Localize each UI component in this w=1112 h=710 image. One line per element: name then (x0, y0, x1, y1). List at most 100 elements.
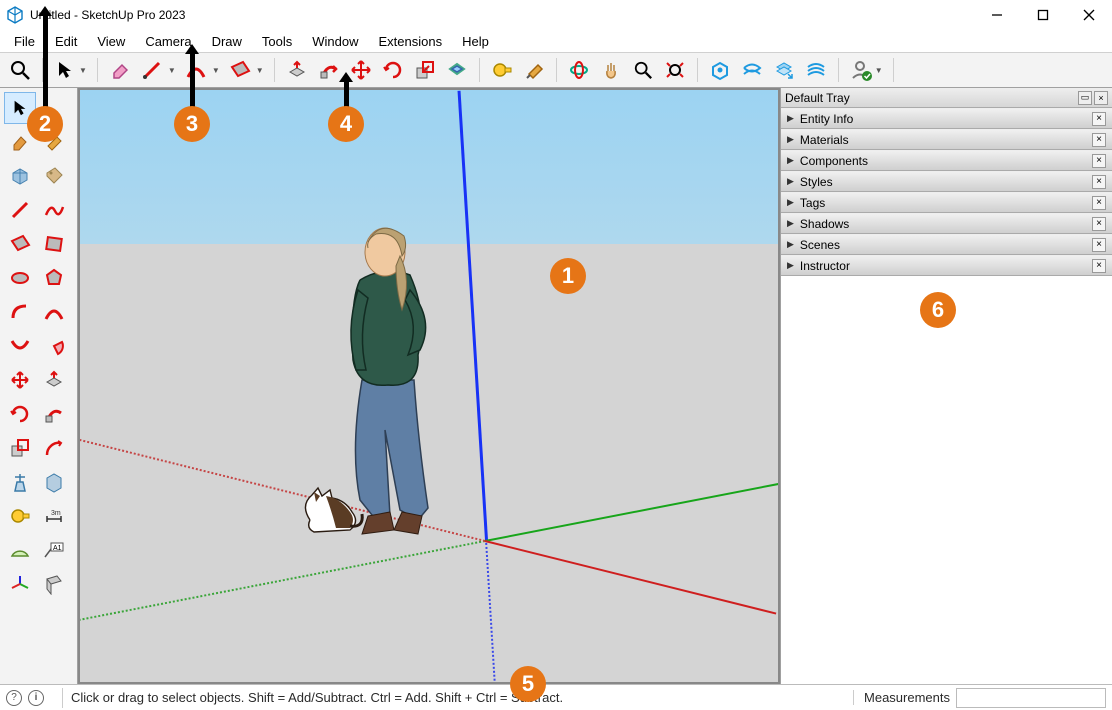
panel-close-icon[interactable]: × (1092, 133, 1106, 147)
arc-icon[interactable] (184, 58, 208, 82)
rotated-rect-tool[interactable] (38, 228, 70, 260)
dropdown-icon[interactable]: ▼ (256, 66, 264, 75)
select-icon[interactable] (53, 58, 77, 82)
warehouse-group (708, 58, 828, 82)
text-tool[interactable]: A1 (38, 534, 70, 566)
panel-close-icon[interactable]: × (1092, 238, 1106, 252)
move-tool[interactable] (4, 364, 36, 396)
layers-icon[interactable] (772, 58, 796, 82)
tag-tool[interactable] (38, 160, 70, 192)
panel-label: Styles (800, 175, 833, 189)
viewport[interactable] (78, 88, 780, 684)
tape-icon[interactable] (490, 58, 514, 82)
panel-scenes[interactable]: ▶Scenes× (781, 234, 1112, 255)
info-icon[interactable]: ? (6, 690, 22, 706)
section-tool[interactable] (38, 568, 70, 600)
dropdown-icon[interactable]: ▼ (168, 66, 176, 75)
arc3-tool[interactable] (4, 330, 36, 362)
panel-close-icon[interactable]: × (1092, 154, 1106, 168)
panel-instructor[interactable]: ▶Instructor× (781, 255, 1112, 276)
arc2-tool[interactable] (38, 296, 70, 328)
rotate-tool[interactable] (4, 398, 36, 430)
followme-icon[interactable] (317, 58, 341, 82)
freehand-tool[interactable] (38, 194, 70, 226)
dimension-tool[interactable]: 3m (38, 500, 70, 532)
panel-close-icon[interactable]: × (1092, 217, 1106, 231)
rectangle-tool[interactable] (4, 228, 36, 260)
panel-label: Materials (800, 133, 849, 147)
pushpull-icon[interactable] (285, 58, 309, 82)
component-tool[interactable] (4, 160, 36, 192)
3dwarehouse-icon[interactable] (708, 58, 732, 82)
dropdown-icon[interactable]: ▼ (875, 66, 883, 75)
menu-extensions[interactable]: Extensions (369, 32, 453, 51)
zoom-icon[interactable] (8, 58, 32, 82)
top-toolbar: ▼ ▼ ▼ ▼ ▼ (0, 52, 1112, 88)
panel-styles[interactable]: ▶Styles× (781, 171, 1112, 192)
pie-tool[interactable] (38, 330, 70, 362)
help-icon[interactable]: i (28, 690, 44, 706)
menu-file[interactable]: File (4, 32, 45, 51)
panel-close-icon[interactable]: × (1092, 112, 1106, 126)
orbit-icon[interactable] (567, 58, 591, 82)
line-tool[interactable] (4, 194, 36, 226)
menu-window[interactable]: Window (302, 32, 368, 51)
dropdown-icon[interactable]: ▼ (212, 66, 220, 75)
followme-tool[interactable] (38, 398, 70, 430)
scale-figure[interactable] (290, 220, 490, 560)
tray-close-icon[interactable]: × (1094, 91, 1108, 105)
window-controls (974, 0, 1112, 30)
scale-tool[interactable] (4, 432, 36, 464)
green-axis (485, 483, 780, 542)
menu-draw[interactable]: Draw (202, 32, 252, 51)
scale-icon[interactable] (413, 58, 437, 82)
arc-tool[interactable] (4, 296, 36, 328)
panel-shadows[interactable]: ▶Shadows× (781, 213, 1112, 234)
close-button[interactable] (1066, 0, 1112, 30)
ext-warehouse-icon[interactable] (740, 58, 764, 82)
line-icon[interactable] (140, 58, 164, 82)
magnify-icon[interactable] (631, 58, 655, 82)
status-hint: Click or drag to select objects. Shift =… (71, 690, 563, 705)
left-toolbox: 3m A1 (0, 88, 78, 684)
panel-close-icon[interactable]: × (1092, 175, 1106, 189)
panel-components[interactable]: ▶Components× (781, 150, 1112, 171)
stack-icon[interactable] (804, 58, 828, 82)
maximize-button[interactable] (1020, 0, 1066, 30)
circle-tool[interactable] (4, 262, 36, 294)
dropdown-icon[interactable]: ▼ (79, 66, 87, 75)
look-around-tool[interactable] (38, 466, 70, 498)
position-camera-tool[interactable] (4, 466, 36, 498)
protractor-tool[interactable] (4, 534, 36, 566)
panel-close-icon[interactable]: × (1092, 196, 1106, 210)
svg-text:3m: 3m (51, 510, 61, 517)
polygon-tool[interactable] (38, 262, 70, 294)
rectangle-icon[interactable] (228, 58, 252, 82)
offset-tool[interactable] (38, 432, 70, 464)
menu-tools[interactable]: Tools (252, 32, 302, 51)
measurements-input[interactable] (956, 688, 1106, 708)
offset-icon[interactable] (445, 58, 469, 82)
measure-group (490, 58, 546, 82)
panel-entity-info[interactable]: ▶Entity Info× (781, 108, 1112, 129)
tray-header[interactable]: Default Tray ▭ × (781, 88, 1112, 108)
minimize-button[interactable] (974, 0, 1020, 30)
callout-4: 4 (328, 106, 364, 142)
zoom-extents-icon[interactable] (663, 58, 687, 82)
pan-icon[interactable] (599, 58, 623, 82)
tape-tool[interactable] (4, 500, 36, 532)
axes-tool[interactable] (4, 568, 36, 600)
eraser-icon[interactable] (108, 58, 132, 82)
paint-icon[interactable] (522, 58, 546, 82)
pushpull-tool[interactable] (38, 364, 70, 396)
panel-close-icon[interactable]: × (1092, 259, 1106, 273)
measurements-label: Measurements (853, 690, 950, 705)
panel-tags[interactable]: ▶Tags× (781, 192, 1112, 213)
menu-view[interactable]: View (87, 32, 135, 51)
panel-materials[interactable]: ▶Materials× (781, 129, 1112, 150)
tray-pin-icon[interactable]: ▭ (1078, 91, 1092, 105)
user-icon[interactable] (849, 58, 873, 82)
menu-edit[interactable]: Edit (45, 32, 87, 51)
rotate-icon[interactable] (381, 58, 405, 82)
menu-help[interactable]: Help (452, 32, 499, 51)
